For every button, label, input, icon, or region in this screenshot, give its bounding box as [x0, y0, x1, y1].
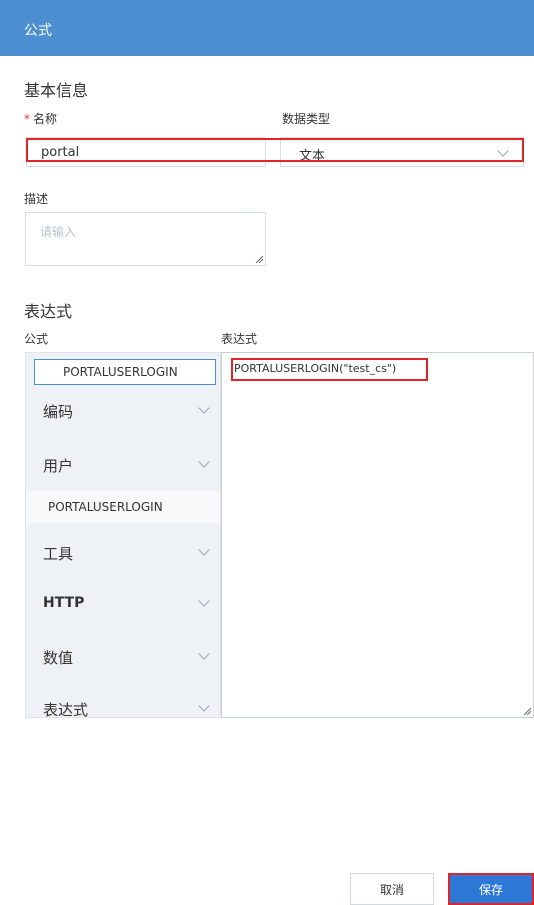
cancel-button[interactable]: 取消 — [350, 873, 434, 905]
expression-section-title: 表达式 — [24, 302, 73, 321]
category-tools[interactable]: 工具 — [26, 533, 220, 573]
category-expression[interactable]: 表达式 — [26, 689, 220, 718]
chevron-down-icon — [198, 456, 210, 468]
formula-item-portaluserlogin[interactable]: PORTALUSERLOGIN — [26, 491, 220, 523]
name-input[interactable]: portal — [26, 137, 266, 167]
description-placeholder: 请输入 — [40, 225, 77, 239]
save-button[interactable]: 保存 — [448, 873, 534, 905]
category-label: 编码 — [43, 403, 74, 421]
category-label: 工具 — [43, 545, 74, 563]
chevron-down-icon — [198, 595, 210, 607]
expression-textarea[interactable]: PORTALUSERLOGIN("test_cs") — [221, 352, 534, 718]
dialog-header: 公式 — [0, 0, 534, 56]
category-number[interactable]: 数值 — [26, 637, 220, 677]
category-label: HTTP — [43, 595, 85, 611]
data-type-value: 文本 — [299, 149, 326, 164]
category-label: 用户 — [43, 457, 74, 475]
basic-info-title: 基本信息 — [24, 81, 89, 100]
category-http[interactable]: HTTP — [26, 584, 220, 624]
category-user[interactable]: 用户 — [26, 445, 220, 485]
expression-value: PORTALUSERLOGIN("test_cs") — [234, 362, 397, 375]
resize-grip-icon[interactable] — [523, 707, 531, 715]
formula-list-panel: PORTALUSERLOGIN 编码 用户 PORTALUSERLOGIN 工具… — [25, 352, 221, 718]
expression-label: 表达式 — [221, 332, 258, 346]
data-type-label: 数据类型 — [282, 112, 331, 126]
formula-label: 公式 — [24, 332, 49, 346]
formula-search-input[interactable]: PORTALUSERLOGIN — [34, 359, 216, 385]
dialog-title: 公式 — [24, 23, 52, 39]
chevron-down-icon — [198, 648, 210, 660]
required-mark: * — [24, 112, 30, 126]
formula-search-value: PORTALUSERLOGIN — [63, 365, 178, 379]
name-label-text: 名称 — [33, 112, 58, 126]
chevron-down-icon — [198, 544, 210, 556]
data-type-select[interactable]: 文本 — [280, 137, 524, 167]
chevron-down-icon — [497, 145, 509, 157]
category-label: 数值 — [43, 649, 74, 667]
category-label: 表达式 — [43, 701, 89, 718]
name-label: * 名称 — [24, 110, 57, 127]
resize-grip-icon[interactable] — [255, 255, 263, 263]
chevron-down-icon — [198, 700, 210, 712]
category-encoding[interactable]: 编码 — [26, 391, 220, 431]
chevron-down-icon — [198, 402, 210, 414]
description-label: 描述 — [24, 192, 49, 206]
description-textarea[interactable]: 请输入 — [25, 212, 266, 266]
name-input-value: portal — [41, 145, 80, 160]
formula-item-label: PORTALUSERLOGIN — [48, 500, 163, 514]
